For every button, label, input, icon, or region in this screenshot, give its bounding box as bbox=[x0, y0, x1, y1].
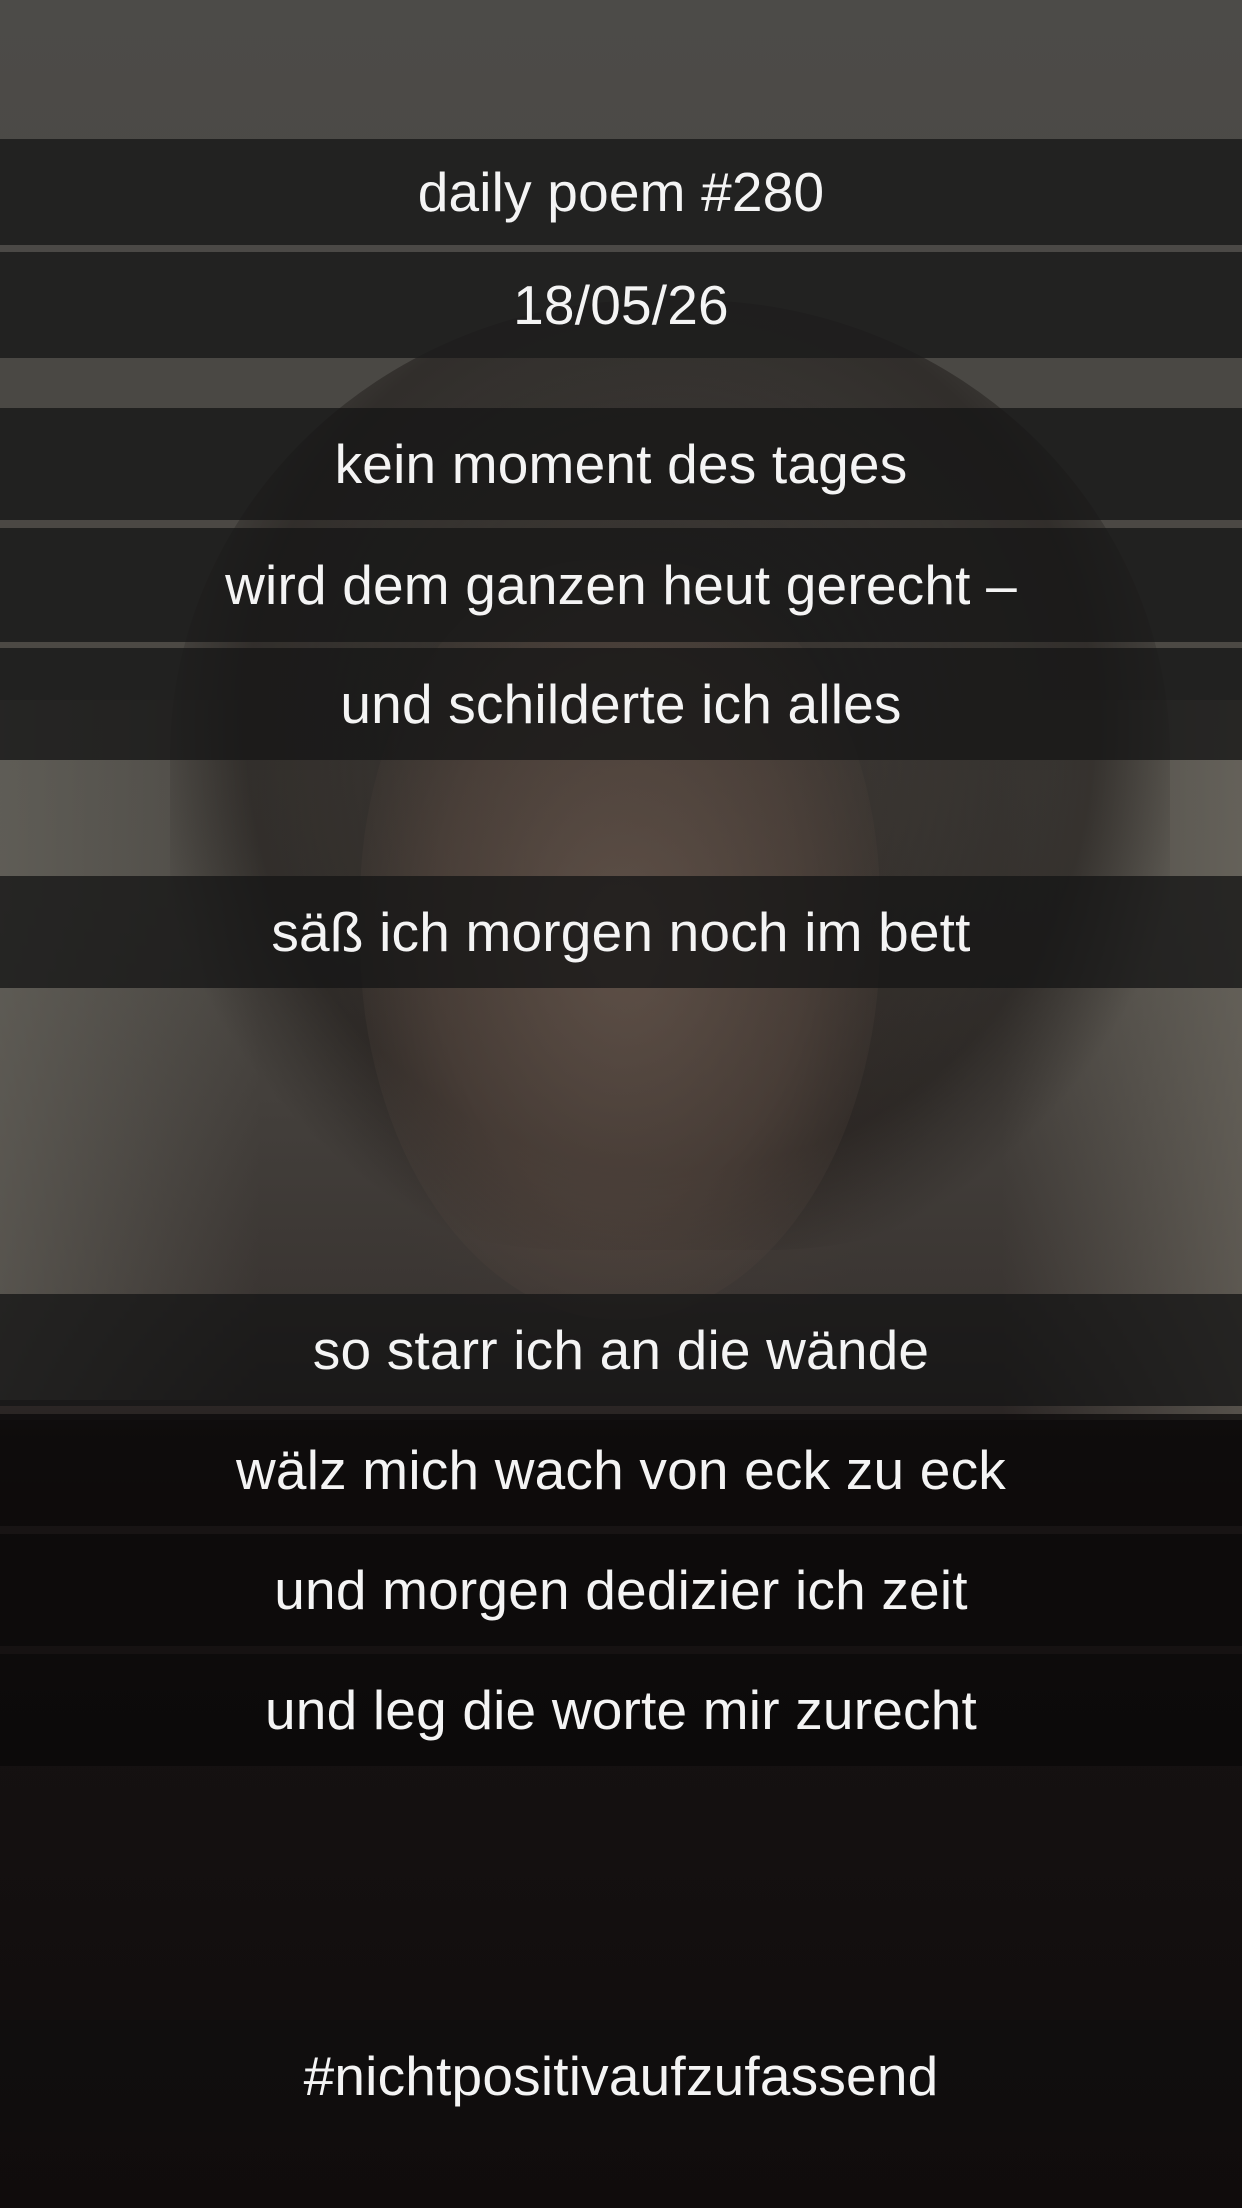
poem-line: kein moment des tages bbox=[334, 433, 908, 495]
poem-line: wälz mich wach von eck zu eck bbox=[236, 1439, 1006, 1501]
poem-line: wird dem ganzen heut gerecht – bbox=[225, 554, 1017, 616]
hashtag: #nichtpositivaufzufassend bbox=[303, 2045, 939, 2107]
poem-date: 18/05/26 bbox=[513, 274, 729, 336]
poem-title-band: daily poem #280 bbox=[0, 139, 1242, 245]
hashtag-band: #nichtpositivaufzufassend bbox=[0, 2020, 1242, 2132]
poem-title: daily poem #280 bbox=[417, 161, 825, 223]
poem-line-band: und morgen dedizier ich zeit bbox=[0, 1534, 1242, 1646]
poem-line-band: und schilderte ich alles bbox=[0, 648, 1242, 760]
poem-date-band: 18/05/26 bbox=[0, 252, 1242, 358]
poem-line: säß ich morgen noch im bett bbox=[271, 901, 971, 963]
poem-line: so starr ich an die wände bbox=[312, 1319, 930, 1381]
poem-line-band: so starr ich an die wände bbox=[0, 1294, 1242, 1406]
poem-line: und morgen dedizier ich zeit bbox=[274, 1559, 968, 1621]
poem-line-band: wälz mich wach von eck zu eck bbox=[0, 1414, 1242, 1526]
poem-line: und leg die worte mir zurecht bbox=[265, 1679, 977, 1741]
poem-line-band: und leg die worte mir zurecht bbox=[0, 1654, 1242, 1766]
poem-line-band: kein moment des tages bbox=[0, 408, 1242, 520]
poem-line: und schilderte ich alles bbox=[340, 673, 902, 735]
poem-line-band: säß ich morgen noch im bett bbox=[0, 876, 1242, 988]
poem-line-band: wird dem ganzen heut gerecht – bbox=[0, 528, 1242, 642]
